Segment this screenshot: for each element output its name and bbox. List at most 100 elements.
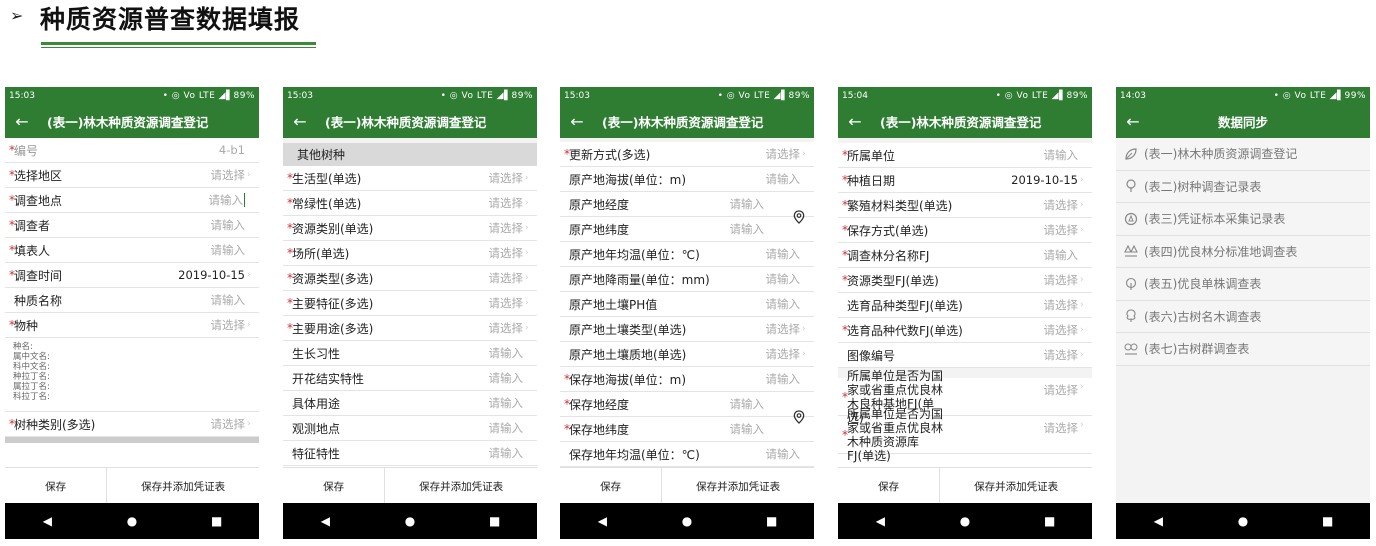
form-row[interactable]: 原产地土壤质地(单选) 请选择 ›: [560, 342, 814, 367]
form-row[interactable]: * 调查林分名称FJ 请输入: [838, 243, 1092, 268]
form-row[interactable]: 开花结实特性 请输入: [283, 366, 537, 391]
form-row[interactable]: 原产地经度 请输入: [560, 192, 814, 217]
back-arrow-icon[interactable]: ←: [5, 112, 39, 131]
form-row[interactable]: * 保存地纬度 请输入: [560, 410, 814, 442]
field-label: 保存地年均温(单位：℃): [569, 447, 700, 462]
nav-back-icon[interactable]: ◀: [860, 514, 900, 528]
field-label: 主要特征(多选): [292, 296, 374, 311]
form-row[interactable]: 原产地降雨量(单位：mm) 请输入: [560, 267, 814, 292]
nav-recent-icon[interactable]: ■: [475, 514, 515, 528]
form-row[interactable]: * 主要用途(多选) 请选择 ›: [283, 316, 537, 341]
form-row[interactable]: * 常绿性(单选) 请选择 ›: [283, 191, 537, 216]
back-arrow-icon[interactable]: ←: [560, 112, 594, 131]
form-row-region[interactable]: * 选择地区 请选择 ›: [5, 163, 259, 188]
info-line: 种名:: [13, 342, 33, 352]
location-pin-icon[interactable]: [792, 210, 806, 224]
nav-recent-icon[interactable]: ■: [197, 514, 237, 528]
location-pin-icon[interactable]: [792, 410, 806, 424]
form-row[interactable]: 原产地海拔(单位：m) 请输入: [560, 167, 814, 192]
nav-recent-icon[interactable]: ■: [752, 514, 792, 528]
form-row-investigator[interactable]: * 调查者 请输入: [5, 213, 259, 238]
form-row[interactable]: 生长习性 请输入: [283, 341, 537, 366]
save-and-add-voucher-button[interactable]: 保存并添加凭证表: [939, 468, 1092, 504]
sync-list: (表一)林木种质资源调查登记 (表二)树种调查记录表 (表三)凭证标本采集记录表…: [1116, 138, 1370, 503]
android-nav-bar: ◀ ● ■: [560, 503, 814, 539]
form-row[interactable]: * 资源类型(多选) 请选择 ›: [283, 266, 537, 291]
form-row[interactable]: * 更新方式(多选) 请选择 ›: [560, 142, 814, 167]
form-row-tree-category[interactable]: * 树种类别(多选) 请选择 ›: [5, 412, 259, 437]
sync-item-table-3[interactable]: (表三)凭证标本采集记录表: [1116, 203, 1370, 236]
form-row-germplasm-name[interactable]: 种质名称 请输入: [5, 288, 259, 313]
field-label: 场所(单选): [292, 246, 350, 261]
save-and-add-voucher-button[interactable]: 保存并添加凭证表: [106, 468, 259, 504]
form-row[interactable]: * 种植日期 2019-10-15 ›: [838, 168, 1092, 193]
form-row[interactable]: 原产地土壤类型(单选) 请选择 ›: [560, 317, 814, 342]
form-row[interactable]: * 选育品种代数FJ(单选) 请选择 ›: [838, 318, 1092, 343]
form-row[interactable]: 观测地点 请输入: [283, 416, 537, 441]
sync-item-table-2[interactable]: (表二)树种调查记录表: [1116, 170, 1370, 203]
form-row[interactable]: * 保存地海拔(单位：m) 请输入: [560, 367, 814, 392]
nav-home-icon[interactable]: ●: [667, 514, 707, 528]
form-row-id[interactable]: * 编号 4-b1: [5, 138, 259, 163]
form-row[interactable]: 原产地土壤PH值 请输入: [560, 292, 814, 317]
back-arrow-icon[interactable]: ←: [838, 112, 872, 131]
form-row[interactable]: 具体用途 请输入: [283, 391, 537, 416]
field-value: 请输入: [488, 446, 524, 460]
forest-icon: [1124, 245, 1138, 257]
form-row[interactable]: * 繁殖材料类型(单选) 请选择 ›: [838, 193, 1092, 218]
nav-back-icon[interactable]: ◀: [582, 514, 622, 528]
chevron-right-icon: ›: [247, 419, 251, 429]
sync-item-table-6[interactable]: (表六)古树名木调查表: [1116, 300, 1370, 333]
form-row[interactable]: * 保存方式(单选) 请选择 ›: [838, 218, 1092, 243]
sync-item-table-1[interactable]: (表一)林木种质资源调查登记: [1116, 138, 1370, 171]
back-arrow-icon[interactable]: ←: [283, 112, 317, 131]
bottom-buttons: 保存 保存并添加凭证表: [283, 467, 537, 504]
form-row-location[interactable]: * 调查地点 请输入: [5, 188, 259, 213]
field-label: 填表人: [14, 243, 51, 258]
form-row[interactable]: 原产地年均温(单位：℃) 请输入: [560, 242, 814, 267]
nav-home-icon[interactable]: ●: [945, 514, 985, 528]
form-row-species[interactable]: * 物种 请选择 ›: [5, 313, 259, 338]
save-button[interactable]: 保存: [560, 468, 661, 504]
form-row-filler[interactable]: * 填表人 请输入: [5, 238, 259, 263]
form-row[interactable]: * 主要特征(多选) 请选择 ›: [283, 291, 537, 316]
form-row[interactable]: 特征特性 请输入: [283, 441, 537, 466]
form-row[interactable]: * 保存地经度 请输入: [560, 392, 814, 417]
save-button[interactable]: 保存: [5, 468, 106, 504]
save-button[interactable]: 保存: [838, 468, 939, 504]
nav-back-icon[interactable]: ◀: [1138, 514, 1178, 528]
form-row-tall[interactable]: * 所属单位是否为国家或省重点优良林木种质资源库FJ(单选) 请选择 ›: [838, 407, 1092, 463]
field-value: 请输入: [765, 297, 801, 311]
nav-recent-icon[interactable]: ■: [1308, 514, 1348, 528]
form-row[interactable]: 选育品种类型FJ(单选) 请选择 ›: [838, 293, 1092, 318]
chevron-right-icon: ›: [1080, 225, 1084, 235]
nav-back-icon[interactable]: ◀: [27, 514, 67, 528]
form-row[interactable]: * 生活型(单选) 请选择 ›: [283, 166, 537, 191]
form-row[interactable]: * 资源类别(单选) 请选择 ›: [283, 216, 537, 241]
form-row[interactable]: 图像编号 请选择 ›: [838, 343, 1092, 368]
nav-home-icon[interactable]: ●: [112, 514, 152, 528]
save-and-add-voucher-button[interactable]: 保存并添加凭证表: [661, 468, 814, 504]
nav-home-icon[interactable]: ●: [390, 514, 430, 528]
nav-home-icon[interactable]: ●: [1223, 514, 1263, 528]
field-label: 常绿性(单选): [292, 196, 362, 211]
field-label: 原产地经度: [569, 197, 630, 212]
field-value: 请选择: [488, 321, 524, 335]
save-and-add-voucher-button[interactable]: 保存并添加凭证表: [384, 468, 537, 504]
form-row[interactable]: 原产地纬度 请输入: [560, 210, 814, 242]
form-row[interactable]: * 场所(单选) 请选择 ›: [283, 241, 537, 266]
chevron-right-icon: ›: [525, 198, 529, 208]
nav-recent-icon[interactable]: ■: [1030, 514, 1070, 528]
form-row[interactable]: 保存地年均温(单位：℃) 请输入: [560, 442, 814, 467]
sync-item-table-4[interactable]: (表四)优良林分标准地调查表: [1116, 235, 1370, 268]
field-label: 调查林分名称FJ: [847, 248, 930, 263]
sync-item-table-7[interactable]: (表七)古树群调查表: [1116, 333, 1370, 366]
form-row[interactable]: * 资源类型FJ(单选) 请选择 ›: [838, 268, 1092, 293]
save-button[interactable]: 保存: [283, 468, 384, 504]
form-row[interactable]: * 所属单位 请输入: [838, 143, 1092, 168]
form-row-date[interactable]: * 调查时间 2019-10-15 ›: [5, 263, 259, 288]
app-title: (表一)林木种质资源调查登记: [880, 114, 1042, 130]
nav-back-icon[interactable]: ◀: [305, 514, 345, 528]
sync-item-table-5[interactable]: (表五)优良单株调查表: [1116, 268, 1370, 301]
field-label: 种质名称: [14, 293, 63, 308]
